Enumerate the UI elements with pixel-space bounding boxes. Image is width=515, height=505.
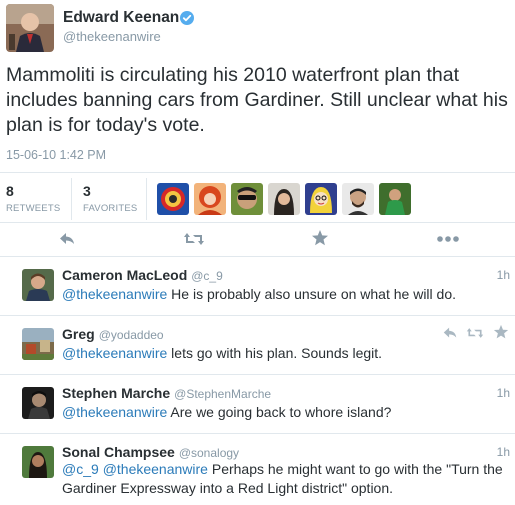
divider bbox=[0, 172, 515, 173]
reply-body: He is probably also unsure on what he wi… bbox=[167, 286, 456, 302]
tweet-header: Edward Keenan @thekeenanwire bbox=[0, 0, 515, 56]
reply-author-name: Sonal Champsee bbox=[62, 444, 175, 460]
tweet-timestamp[interactable]: 15-06-10 1:42 PM bbox=[6, 148, 106, 162]
mention-link[interactable]: @thekeenanwire bbox=[62, 404, 167, 420]
reply-body: Are we going back to whore island? bbox=[167, 404, 392, 420]
favoriter-avatar[interactable] bbox=[194, 183, 226, 215]
reply-author[interactable]: Sonal Champsee @sonalogy bbox=[62, 444, 239, 460]
favoriter-avatar[interactable] bbox=[342, 183, 374, 215]
mention-link[interactable]: @thekeenanwire bbox=[62, 345, 167, 361]
reply-author[interactable]: Cameron MacLeod @c_9 bbox=[62, 267, 223, 283]
stat-separator bbox=[71, 178, 72, 220]
reply-avatar[interactable] bbox=[22, 328, 54, 360]
reply-time[interactable]: 1h bbox=[497, 268, 510, 282]
retweets-label: RETWEETS bbox=[6, 203, 61, 214]
verified-icon bbox=[180, 11, 194, 25]
reply-avatar[interactable] bbox=[22, 446, 54, 478]
mention-link[interactable]: @thekeenanwire bbox=[62, 286, 167, 302]
mention-link[interactable]: @c_9 bbox=[62, 461, 99, 477]
reply-author-name: Stephen Marche bbox=[62, 385, 171, 401]
stat-separator bbox=[146, 178, 147, 220]
favorite-button[interactable] bbox=[311, 228, 331, 250]
reply-author-name: Greg bbox=[62, 326, 95, 342]
reply-author-handle: @yodaddeo bbox=[98, 328, 164, 342]
reply-avatar[interactable] bbox=[22, 387, 54, 419]
divider bbox=[0, 222, 515, 223]
retweet-button[interactable] bbox=[183, 228, 207, 250]
retweets-stat[interactable]: 8 RETWEETS bbox=[6, 183, 60, 214]
retweets-count: 8 bbox=[6, 183, 14, 199]
reply-author[interactable]: Greg @yodaddeo bbox=[62, 326, 164, 342]
reply-body: lets go with his plan. Sounds legit. bbox=[167, 345, 383, 361]
author-name[interactable]: Edward Keenan bbox=[63, 9, 179, 27]
mention-link[interactable]: @thekeenanwire bbox=[103, 461, 208, 477]
favoriter-avatar[interactable] bbox=[231, 183, 263, 215]
reply-button[interactable] bbox=[58, 228, 78, 250]
tweet-text: Mammoliti is circulating his 2010 waterf… bbox=[6, 64, 508, 136]
reply-text: @thekeenanwire Are we going back to whor… bbox=[62, 403, 507, 422]
reply-time[interactable]: 1h bbox=[497, 445, 510, 459]
favoriter-avatar[interactable] bbox=[379, 183, 411, 215]
more-button[interactable] bbox=[436, 228, 462, 250]
reply-avatar[interactable] bbox=[22, 269, 54, 301]
favorites-count: 3 bbox=[83, 183, 91, 199]
reply-author-name: Cameron MacLeod bbox=[62, 267, 188, 283]
favoriter-avatar[interactable] bbox=[157, 183, 189, 215]
favoriter-avatar[interactable] bbox=[268, 183, 300, 215]
reply-text: @thekeenanwire He is probably also unsur… bbox=[62, 285, 507, 304]
reply-item[interactable]: Sonal Champsee @sonalogy 1h @c_9 @thekeen… bbox=[0, 433, 515, 505]
author-avatar[interactable] bbox=[6, 4, 54, 52]
reply-author-handle: @StephenMarche bbox=[174, 387, 272, 401]
tweet-actions bbox=[0, 228, 515, 250]
favorites-label: FAVORITES bbox=[83, 203, 138, 214]
reply-item[interactable]: Greg @yodaddeo @thekeenanwire lets go wit… bbox=[0, 315, 515, 375]
reply-time[interactable]: 1h bbox=[497, 386, 510, 400]
reply-icon[interactable] bbox=[442, 325, 458, 341]
retweet-icon bbox=[184, 233, 204, 245]
favorites-stat[interactable]: 3 FAVORITES bbox=[83, 183, 137, 214]
reply-item[interactable]: Stephen Marche @StephenMarche 1h @thekeen… bbox=[0, 374, 515, 434]
reply-text: @c_9 @thekeenanwire Perhaps he might wan… bbox=[62, 460, 507, 498]
reply-item[interactable]: Cameron MacLeod @c_9 1h @thekeenanwire He… bbox=[0, 256, 515, 316]
favoriter-avatar[interactable] bbox=[305, 183, 337, 215]
reply-hover-actions bbox=[440, 324, 510, 340]
favorite-icon[interactable] bbox=[493, 324, 509, 340]
reply-icon bbox=[60, 233, 74, 244]
reply-author-handle: @sonalogy bbox=[178, 446, 240, 460]
more-icon bbox=[437, 236, 459, 242]
reply-author-handle: @c_9 bbox=[191, 269, 223, 283]
reply-author[interactable]: Stephen Marche @StephenMarche bbox=[62, 385, 271, 401]
retweet-icon[interactable] bbox=[466, 325, 484, 341]
author-handle[interactable]: @thekeenanwire bbox=[63, 29, 161, 44]
favorite-icon bbox=[312, 230, 328, 246]
reply-text: @thekeenanwire lets go with his plan. So… bbox=[62, 344, 507, 363]
